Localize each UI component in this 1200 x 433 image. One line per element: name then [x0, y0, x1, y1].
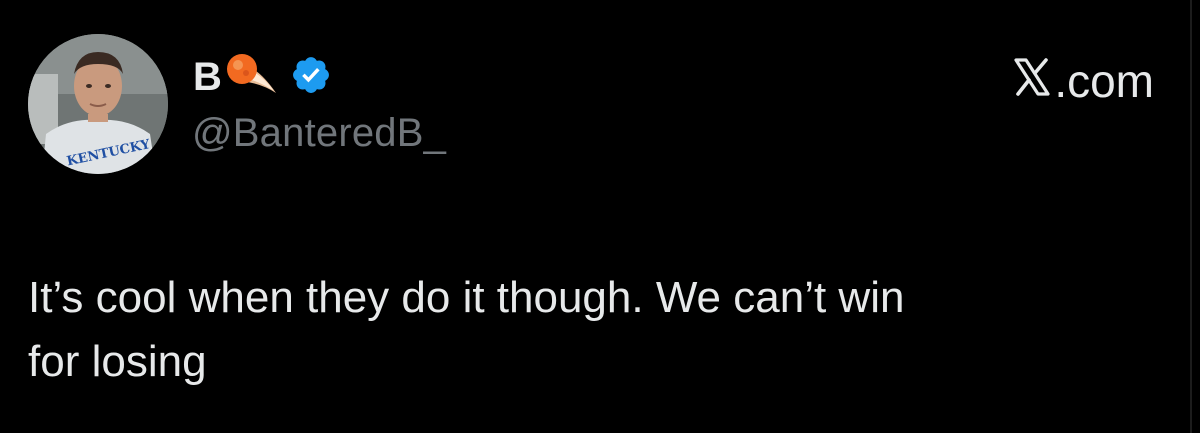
source-label[interactable]: .com: [1012, 57, 1154, 104]
verified-icon[interactable]: [290, 54, 332, 101]
avatar-photo: KENTUCKY: [28, 34, 168, 174]
avatar[interactable]: KENTUCKY: [28, 34, 168, 174]
author-name-row[interactable]: B: [193, 52, 332, 102]
x-logo-icon: [1012, 57, 1052, 104]
author-handle[interactable]: @BanteredB_: [192, 113, 446, 153]
tweet-text: It’s cool when they do it though. We can…: [28, 266, 1158, 394]
tweet-text-line: It’s cool when they do it though. We can…: [28, 273, 905, 322]
tweet-card: KENTUCKY B @BanteredB_ .com It’s cool wh…: [0, 0, 1200, 433]
author-display-name[interactable]: B: [193, 57, 222, 97]
source-domain-text: .com: [1054, 54, 1154, 107]
edge-divider: [1190, 0, 1192, 433]
comet-icon: [224, 51, 282, 104]
tweet-text-line: for losing: [28, 337, 207, 386]
